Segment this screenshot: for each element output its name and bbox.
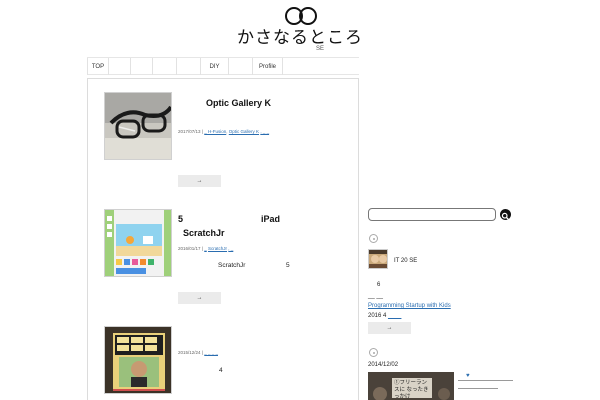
- category-link[interactable]: ScratchJr: [208, 246, 227, 251]
- post-excerpt-scratchjr: ScratchJr: [218, 262, 246, 269]
- post-thumbnail-scratchjr[interactable]: [104, 209, 172, 277]
- nav-item-3[interactable]: [131, 58, 153, 75]
- nav-item-4[interactable]: [153, 58, 177, 75]
- post-date: 2014/12/02: [368, 362, 399, 368]
- category-link[interactable]: , _ _: [260, 129, 269, 134]
- scratchjr-screen-icon: [105, 210, 171, 276]
- post-title[interactable]: Optic Gallery K: [206, 98, 271, 108]
- book-date-prefix: 2016 4: [368, 313, 387, 319]
- post-date: 2016/01/17: [178, 246, 201, 251]
- post-thumbnail-book[interactable]: [104, 326, 172, 394]
- post-title-ipad[interactable]: iPad: [261, 214, 280, 224]
- search-button[interactable]: [500, 209, 511, 220]
- heart-icon[interactable]: ♥: [466, 373, 470, 379]
- nav-item-profile[interactable]: Profile: [253, 58, 283, 75]
- search-icon: [501, 212, 509, 220]
- nav-item-diy[interactable]: DIY: [201, 58, 229, 75]
- post-thumbnail-glasses[interactable]: [104, 92, 172, 160]
- nav-item-7[interactable]: [229, 58, 253, 75]
- glasses-image-icon: [105, 93, 171, 159]
- profile-dashes: __ __: [368, 293, 384, 299]
- category-link[interactable]: _ _ _ _: [204, 350, 218, 355]
- category-link[interactable]: _ H-Fusion: [204, 129, 226, 134]
- post-list: Optic Gallery K 2017/07/13 | _ H-Fusion,…: [87, 78, 359, 400]
- post-title-line-1[interactable]: 5: [178, 214, 183, 224]
- post-meta: 2016/01/17 | _ ScratchJr , _: [178, 246, 233, 251]
- site-title[interactable]: かさなるところ: [0, 23, 600, 48]
- post-excerpt-number: 5: [286, 262, 290, 269]
- profile-photo-icon: [369, 250, 387, 268]
- widget-heading-icon: [369, 348, 378, 357]
- post-image-caption: ①フリーランスに なったきっかけ: [394, 380, 429, 400]
- post-link-underline[interactable]: [458, 380, 513, 381]
- category-separator: ,: [226, 129, 228, 134]
- book-cover-icon: [105, 327, 171, 393]
- meta-separator: |: [201, 129, 203, 134]
- nav-item-top[interactable]: TOP: [87, 58, 109, 75]
- post-date: 2017/07/13: [178, 129, 201, 134]
- nav-item-5[interactable]: [177, 58, 201, 75]
- book-title-link[interactable]: Programming Startup with Kids: [368, 303, 451, 309]
- book-date-link[interactable]: ____: [388, 313, 401, 319]
- nav-item-2[interactable]: [109, 58, 131, 75]
- widget-heading-icon: [369, 234, 378, 243]
- site-subtitle: SE: [315, 46, 324, 52]
- search-input[interactable]: [368, 208, 496, 221]
- read-more-button[interactable]: →: [178, 175, 221, 187]
- read-more-button[interactable]: →: [178, 292, 221, 304]
- post-image-freelance[interactable]: ①フリーランスに なったきっかけ: [368, 372, 454, 400]
- global-nav: TOP DIY Profile: [87, 57, 359, 75]
- post-date: 2015/12/24: [178, 350, 201, 355]
- meta-separator: |: [201, 246, 203, 251]
- profile-text: IT 20 SE: [394, 258, 418, 264]
- post-meta: 2015/12/24 | _ _ _ _: [178, 350, 218, 355]
- post-meta: 2017/07/13 | _ H-Fusion, Optic Gallery K…: [178, 129, 269, 134]
- profile-avatar[interactable]: [368, 249, 388, 269]
- category-link[interactable]: , _: [228, 246, 233, 251]
- profile-count: 6: [377, 282, 381, 288]
- post-excerpt: 4: [219, 367, 223, 374]
- category-link[interactable]: Optic Gallery K: [229, 129, 259, 134]
- post-title-line-2[interactable]: ScratchJr: [183, 228, 225, 238]
- book-more-button[interactable]: →: [368, 322, 411, 334]
- meta-separator: |: [201, 350, 203, 355]
- post-link-underline[interactable]: [458, 388, 498, 389]
- book-date: 2016 4 ____: [368, 313, 401, 319]
- category-link[interactable]: _: [204, 246, 207, 251]
